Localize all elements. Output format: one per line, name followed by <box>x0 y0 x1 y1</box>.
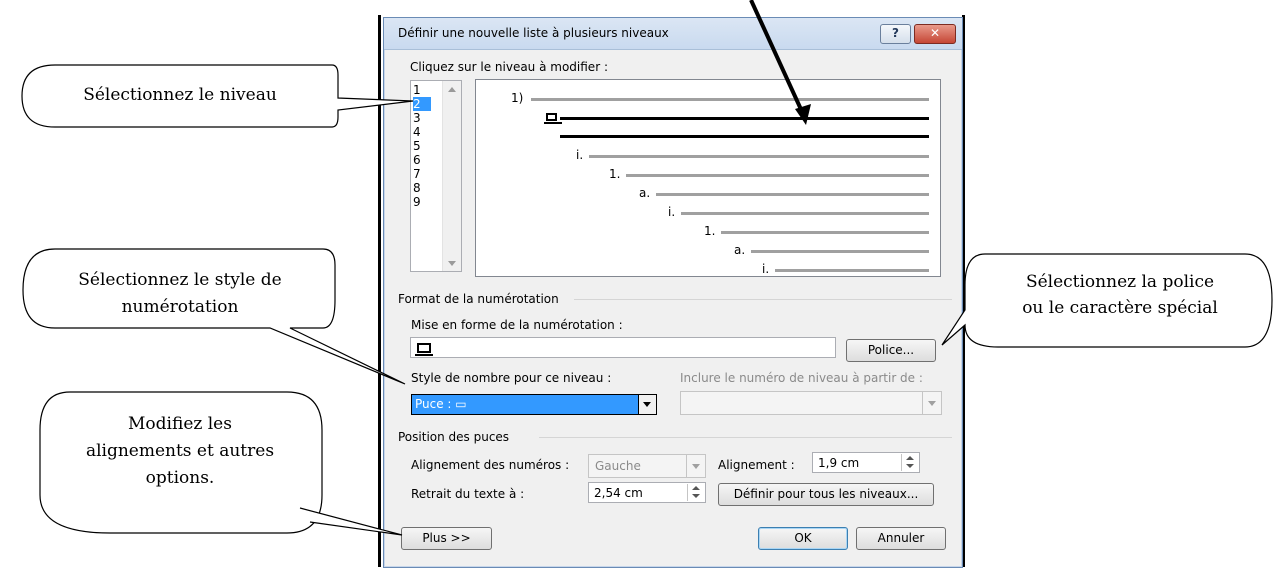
callout-modify-pointer <box>299 507 403 536</box>
callout-text-modify-line3: options. <box>145 468 215 488</box>
callout-text-select-level: Sélectionnez le niveau <box>83 85 277 105</box>
callout-text-modify-line2: alignements et autres <box>85 441 275 461</box>
callout-text-font-line2: ou le caractère spécial <box>1022 298 1218 318</box>
pointer-arrow-line <box>749 0 806 117</box>
callout-text-style-line1: Sélectionnez le style de <box>78 270 282 290</box>
arrow-head-icon <box>795 104 811 125</box>
callout-text-modify-line1: Modifiez les <box>128 414 232 434</box>
callout-text-font-line1: Sélectionnez la police <box>1025 272 1215 292</box>
callout-text-style-line2: numérotation <box>121 297 239 317</box>
